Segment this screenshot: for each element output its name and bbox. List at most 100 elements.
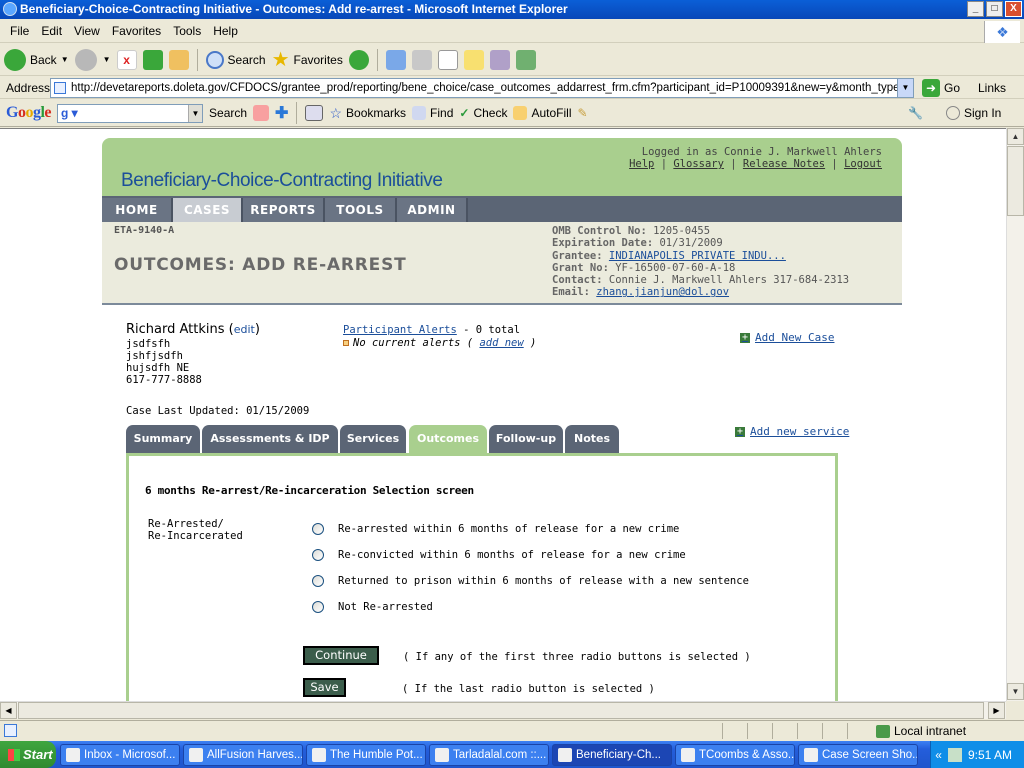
- grant-metadata: OMB Control No: 1205-0455 Expiration Dat…: [552, 225, 849, 299]
- radio-returned-to-prison[interactable]: [312, 575, 324, 587]
- help-link[interactable]: Help: [629, 158, 654, 170]
- discuss-button[interactable]: [463, 49, 484, 70]
- menu-help[interactable]: Help: [207, 24, 244, 38]
- nav-reports[interactable]: REPORTS: [243, 198, 325, 222]
- nav-tools[interactable]: TOOLS: [325, 198, 397, 222]
- clock[interactable]: 9:51 AM: [968, 748, 1012, 762]
- scroll-left-button[interactable]: ◀: [0, 702, 17, 719]
- radio-reconvicted[interactable]: [312, 549, 324, 561]
- menu-view[interactable]: View: [68, 24, 106, 38]
- tray-expand-button[interactable]: «: [935, 748, 942, 762]
- taskbar-item-beneficiary[interactable]: Beneficiary-Ch...: [552, 743, 672, 766]
- plus-button[interactable]: ✚: [275, 103, 288, 123]
- research-button[interactable]: [489, 49, 510, 70]
- nav-home[interactable]: HOME: [102, 198, 173, 222]
- option-not-rearrested[interactable]: Not Re-arrested: [312, 601, 433, 613]
- edit-word-button[interactable]: [437, 49, 458, 70]
- favorites-button[interactable]: ★ Favorites: [272, 50, 343, 70]
- logout-link[interactable]: Logout: [844, 158, 882, 170]
- continue-button[interactable]: Continue: [303, 646, 379, 665]
- stop-button[interactable]: x: [116, 49, 137, 70]
- expiration-value: 01/31/2009: [659, 237, 723, 250]
- history-button[interactable]: [348, 49, 369, 70]
- address-dropdown-button[interactable]: ▼: [897, 79, 913, 97]
- start-button[interactable]: Start: [0, 741, 56, 768]
- maximize-button[interactable]: □: [986, 1, 1003, 17]
- add-new-service-link[interactable]: + Add new service: [735, 425, 849, 438]
- forward-button[interactable]: [74, 48, 97, 71]
- tab-assessments[interactable]: Assessments & IDP: [202, 425, 338, 453]
- close-button[interactable]: X: [1005, 1, 1022, 17]
- bookmarks-button[interactable]: ☆ Bookmarks: [329, 105, 406, 122]
- network-icon[interactable]: [947, 747, 962, 762]
- scroll-up-button[interactable]: ▲: [1007, 128, 1024, 145]
- back-button[interactable]: Back ▼: [4, 48, 69, 71]
- tab-outcomes[interactable]: Outcomes: [409, 425, 487, 453]
- popup-blocker-button[interactable]: [305, 105, 324, 121]
- wrench-button[interactable]: 🔧: [908, 106, 923, 120]
- google-search-dropdown[interactable]: ▼: [188, 104, 203, 122]
- messenger-button[interactable]: [515, 49, 536, 70]
- google-search-input[interactable]: g ▾ ▼: [57, 103, 204, 123]
- option-returned-to-prison[interactable]: Returned to prison within 6 months of re…: [312, 575, 749, 587]
- mail-button[interactable]: [385, 49, 406, 70]
- participant-info: Richard Attkins (edit) jsdfsfh jshfjsdfh…: [126, 322, 260, 386]
- nav-admin[interactable]: ADMIN: [397, 198, 468, 222]
- spellcheck-button[interactable]: ✓ Check: [459, 106, 507, 120]
- menu-tools[interactable]: Tools: [167, 24, 207, 38]
- taskbar-item-case-screen[interactable]: Case Screen Sho...: [798, 743, 918, 766]
- refresh-button[interactable]: [142, 49, 163, 70]
- vertical-scroll-thumb[interactable]: [1007, 146, 1024, 216]
- add-new-case-link[interactable]: + Add New Case: [740, 331, 834, 344]
- option-reconvicted[interactable]: Re-convicted within 6 months of release …: [312, 549, 686, 561]
- release-notes-link[interactable]: Release Notes: [743, 158, 825, 170]
- autofill-button[interactable]: AutoFill: [513, 106, 571, 120]
- save-button[interactable]: Save: [303, 678, 346, 697]
- tab-notes[interactable]: Notes: [565, 425, 619, 453]
- home-button[interactable]: [168, 49, 189, 70]
- tab-services[interactable]: Services: [340, 425, 406, 453]
- scroll-down-button[interactable]: ▼: [1007, 683, 1024, 700]
- page-title: OUTCOMES: ADD RE-ARREST: [114, 255, 407, 275]
- grantee-link[interactable]: INDIANAPOLIS PRIVATE INDU...: [609, 250, 786, 262]
- word-icon: [804, 747, 818, 762]
- taskbar-item-outlook[interactable]: Inbox - Microsof...: [60, 743, 180, 766]
- page-status-icon: [4, 724, 17, 737]
- taskbar-item-humble-pot[interactable]: The Humble Pot...: [306, 743, 426, 766]
- links-button[interactable]: Links: [978, 81, 1006, 95]
- radio-not-rearrested[interactable]: [312, 601, 324, 613]
- system-tray: « 9:51 AM: [930, 741, 1024, 768]
- taskbar-item-tcoombs[interactable]: TCoombs & Asso...: [675, 743, 795, 766]
- search-button[interactable]: Search: [205, 50, 266, 69]
- google-search-button[interactable]: Search: [209, 106, 247, 120]
- minimize-button[interactable]: _: [967, 1, 984, 17]
- site-header: Logged in as Connie J. Markwell Ahlers H…: [102, 138, 902, 196]
- horizontal-scrollbar[interactable]: ◀ ▶: [0, 701, 1006, 719]
- menu-favorites[interactable]: Favorites: [106, 24, 167, 38]
- nav-cases[interactable]: CASES: [173, 198, 243, 222]
- option-rearrested[interactable]: Re-arrested within 6 months of release f…: [312, 523, 679, 535]
- horizontal-scroll-thumb[interactable]: [18, 702, 984, 719]
- go-button[interactable]: ➜ Go: [922, 79, 960, 97]
- tab-follow-up[interactable]: Follow-up: [489, 425, 563, 453]
- email-link[interactable]: zhang.jianjun@dol.gov: [596, 286, 729, 298]
- find-button[interactable]: Find: [412, 106, 453, 120]
- menu-edit[interactable]: Edit: [35, 24, 68, 38]
- edit-participant-link[interactable]: edit: [234, 323, 255, 336]
- participant-alerts-link[interactable]: Participant Alerts: [343, 324, 457, 336]
- tab-summary[interactable]: Summary: [126, 425, 200, 453]
- address-input[interactable]: http://devetareports.doleta.gov/CFDOCS/g…: [50, 78, 914, 98]
- pen-icon[interactable]: ✎: [577, 106, 587, 120]
- add-alert-link[interactable]: add new: [479, 337, 523, 349]
- print-button[interactable]: [411, 49, 432, 70]
- radio-rearrested[interactable]: [312, 523, 324, 535]
- taskbar-item-allfusion[interactable]: AllFusion Harves...: [183, 743, 303, 766]
- news-button[interactable]: [253, 105, 270, 121]
- vertical-scrollbar[interactable]: ▲ ▼: [1006, 128, 1024, 701]
- signin-button[interactable]: Sign In: [946, 106, 1001, 120]
- main-nav: HOME CASES REPORTS TOOLS ADMIN: [102, 196, 902, 222]
- taskbar-item-tarladalal[interactable]: Tarladalal.com ::...: [429, 743, 549, 766]
- glossary-link[interactable]: Glossary: [673, 158, 724, 170]
- menu-file[interactable]: File: [4, 24, 35, 38]
- scroll-right-button[interactable]: ▶: [988, 702, 1005, 719]
